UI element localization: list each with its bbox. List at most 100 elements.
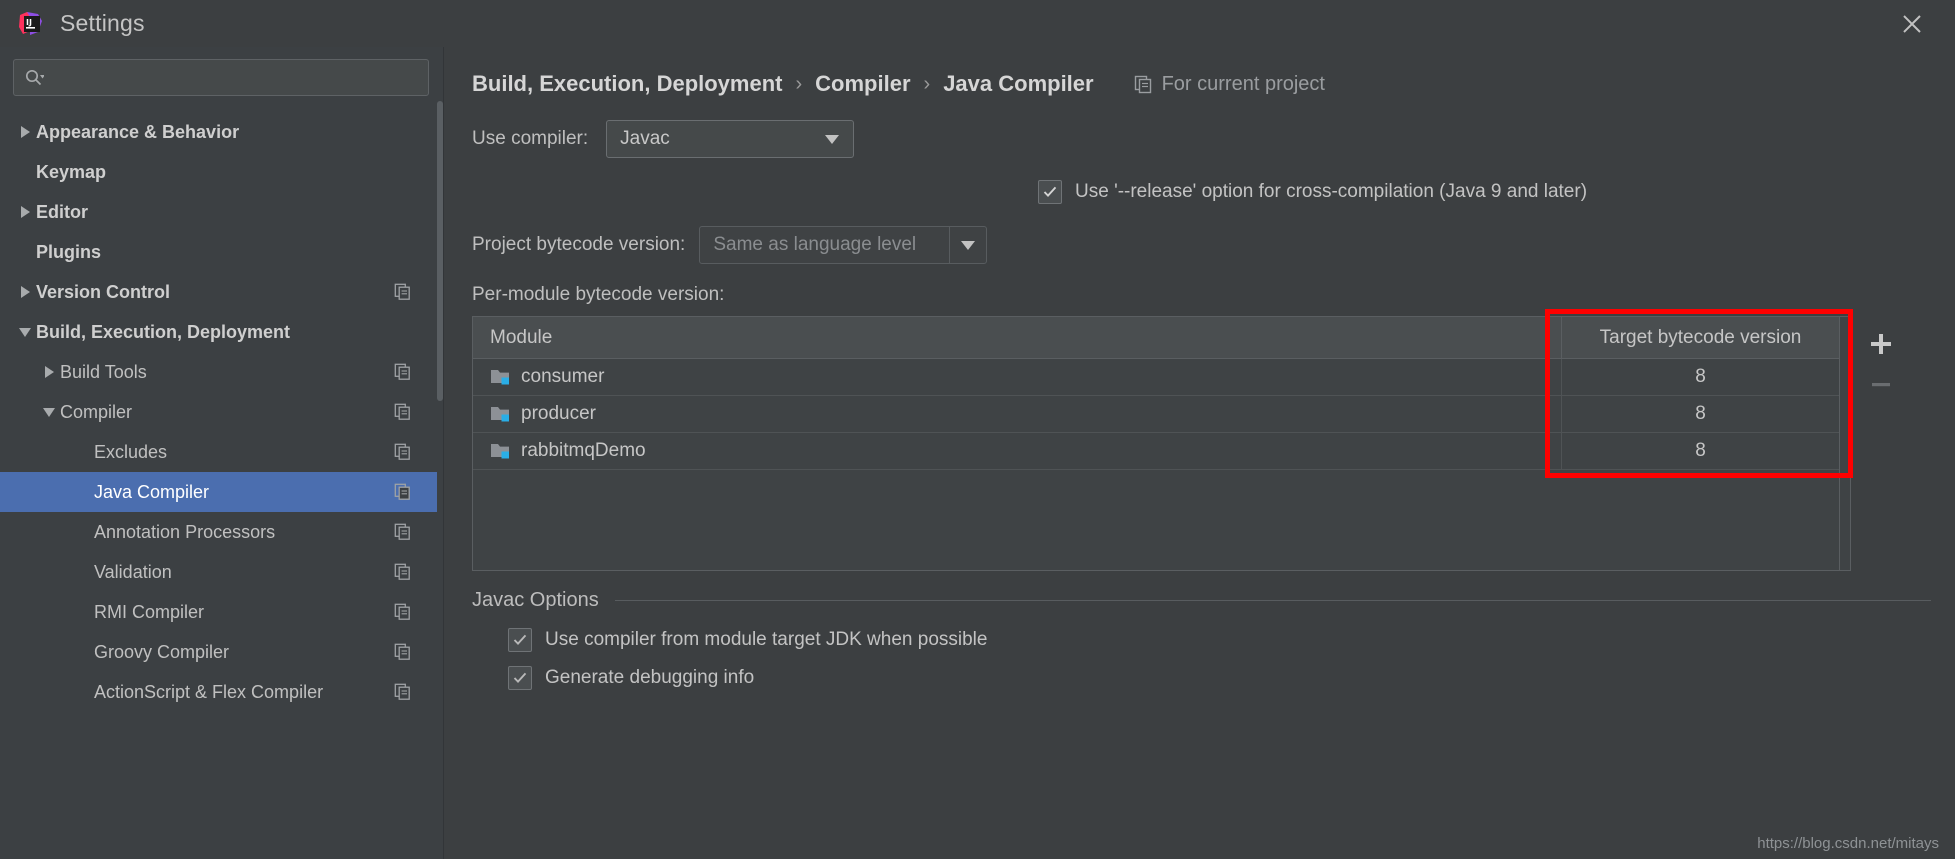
search-area xyxy=(0,47,443,106)
sidebar-item-excludes[interactable]: Excludes xyxy=(0,432,443,472)
sidebar-item-label: Excludes xyxy=(94,441,168,462)
sidebar-item-build-execution-deployment[interactable]: Build, Execution, Deployment xyxy=(0,312,443,352)
cell-target-bytecode-version[interactable]: 8 xyxy=(1561,433,1839,469)
breadcrumb-item-1[interactable]: Compiler xyxy=(815,71,910,97)
search-input[interactable] xyxy=(50,68,418,87)
chevron-right-icon[interactable] xyxy=(14,206,36,218)
search-icon xyxy=(24,68,44,88)
per-module-table: Module Target bytecode version consumer 8… xyxy=(472,316,1840,571)
cell-module[interactable]: producer xyxy=(473,396,1561,432)
release-option-label: Use '--release' option for cross-compila… xyxy=(1075,181,1588,202)
chevron-right-icon[interactable] xyxy=(14,126,36,138)
sidebar-item-label: Editor xyxy=(36,201,88,222)
sidebar-item-compiler[interactable]: Compiler xyxy=(0,392,443,432)
breadcrumb-item-2: Java Compiler xyxy=(943,71,1094,96)
dialog-body: Appearance & Behavior Keymap Editor Plugins… xyxy=(0,47,1955,859)
copy-scope-icon xyxy=(394,563,412,581)
use-module-jdk-checkbox[interactable] xyxy=(508,628,532,652)
remove-module-button[interactable] xyxy=(1861,364,1901,404)
sidebar-item-groovy-compiler[interactable]: Groovy Compiler xyxy=(0,632,443,672)
table-row[interactable]: rabbitmqDemo 8 xyxy=(473,433,1839,470)
cell-target-bytecode-version[interactable]: 8 xyxy=(1561,359,1839,395)
table-row[interactable]: producer 8 xyxy=(473,396,1839,433)
sidebar-item-validation[interactable]: Validation xyxy=(0,552,443,592)
project-bytecode-select[interactable]: Same as language level xyxy=(699,226,988,264)
release-option-checkbox[interactable] xyxy=(1038,180,1062,204)
sidebar-item-annotation-processors[interactable]: Annotation Processors xyxy=(0,512,443,552)
sidebar-item-editor[interactable]: Editor xyxy=(0,192,443,232)
table-toolbar xyxy=(1851,316,1911,571)
breadcrumb: Build, Execution, Deployment › Compiler … xyxy=(444,47,1955,102)
sidebar-item-version-control[interactable]: Version Control xyxy=(0,272,443,312)
table-empty-space xyxy=(473,470,1839,570)
copy-scope-icon xyxy=(394,443,412,461)
use-compiler-value: Javac xyxy=(620,128,670,149)
copy-scope-icon xyxy=(394,523,412,541)
cell-module[interactable]: consumer xyxy=(473,359,1561,395)
svg-text:IJ: IJ xyxy=(26,18,32,27)
project-bytecode-caret-cell[interactable] xyxy=(949,227,986,263)
sidebar-item-label: Validation xyxy=(94,561,172,582)
chevron-down-icon xyxy=(825,134,840,144)
generate-debugging-info-checkbox[interactable] xyxy=(508,666,532,690)
chevron-down-icon[interactable] xyxy=(14,327,36,337)
sidebar-item-appearance-behavior[interactable]: Appearance & Behavior xyxy=(0,112,443,152)
sidebar-item-build-tools[interactable]: Build Tools xyxy=(0,352,443,392)
sidebar-item-label: Annotation Processors xyxy=(94,521,276,542)
sidebar-item-label: Keymap xyxy=(36,161,107,182)
generate-debugging-info-label: Generate debugging info xyxy=(545,667,755,688)
scope-indicator[interactable]: For current project xyxy=(1134,73,1325,96)
use-compiler-select[interactable]: Javac xyxy=(606,120,855,158)
copy-scope-icon xyxy=(1134,75,1162,94)
javac-option-row-1[interactable]: Generate debugging info xyxy=(444,666,1955,690)
module-name: rabbitmqDemo xyxy=(521,440,646,461)
use-compiler-row: Use compiler: Javac xyxy=(444,120,1955,158)
chevron-down-icon[interactable] xyxy=(38,407,60,417)
sidebar-item-label: Java Compiler xyxy=(94,481,210,502)
per-module-label: Per-module bytecode version: xyxy=(472,284,725,305)
intellij-idea-logo-icon: IJ xyxy=(18,11,44,37)
column-header-module[interactable]: Module xyxy=(473,317,1561,358)
scope-label: For current project xyxy=(1161,72,1325,95)
chevron-right-icon[interactable] xyxy=(38,366,60,378)
sidebar-item-label: Build, Execution, Deployment xyxy=(36,321,291,342)
per-module-label-row: Per-module bytecode version: xyxy=(444,284,1955,306)
column-header-target-bytecode-version[interactable]: Target bytecode version xyxy=(1561,317,1839,358)
copy-scope-icon xyxy=(394,363,412,381)
cell-target-bytecode-version[interactable]: 8 xyxy=(1561,396,1839,432)
sidebar-item-label: Version Control xyxy=(36,281,171,302)
table-body: consumer 8 producer 8 rabbitmqDemo 8 xyxy=(473,359,1839,470)
copy-scope-icon xyxy=(394,643,412,661)
chevron-right-icon[interactable] xyxy=(14,286,36,298)
sidebar-item-label: Plugins xyxy=(36,241,102,262)
module-folder-icon xyxy=(490,368,512,386)
javac-options-title: Javac Options xyxy=(472,589,599,611)
sidebar-item-rmi-compiler[interactable]: RMI Compiler xyxy=(0,592,443,632)
close-icon[interactable] xyxy=(1883,0,1941,47)
table-scrollbar[interactable] xyxy=(1840,316,1851,571)
per-module-table-wrap: Module Target bytecode version consumer 8… xyxy=(472,309,1955,571)
release-option-row[interactable]: Use '--release' option for cross-compila… xyxy=(444,180,1955,204)
copy-scope-icon xyxy=(394,683,412,701)
sidebar-item-label: Appearance & Behavior xyxy=(36,121,240,142)
module-name: consumer xyxy=(521,366,605,387)
table-row[interactable]: consumer 8 xyxy=(473,359,1839,396)
sidebar-item-label: Compiler xyxy=(60,401,133,422)
add-module-button[interactable] xyxy=(1861,324,1901,364)
sidebar-item-keymap[interactable]: Keymap xyxy=(0,152,443,192)
section-divider xyxy=(614,600,1931,601)
sidebar-item-plugins[interactable]: Plugins xyxy=(0,232,443,272)
sidebar-item-java-compiler[interactable]: Java Compiler xyxy=(0,472,443,512)
javac-option-row-0[interactable]: Use compiler from module target JDK when… xyxy=(444,628,1955,652)
search-box[interactable] xyxy=(13,59,429,96)
javac-options-section-header: Javac Options xyxy=(444,589,1955,612)
title-bar: IJ Settings xyxy=(0,0,1955,47)
sidebar-scrollbar-thumb[interactable] xyxy=(437,101,443,401)
cell-module[interactable]: rabbitmqDemo xyxy=(473,433,1561,469)
copy-scope-icon xyxy=(394,603,412,621)
use-module-jdk-label: Use compiler from module target JDK when… xyxy=(545,629,988,650)
breadcrumb-item-0[interactable]: Build, Execution, Deployment xyxy=(472,71,782,97)
copy-scope-icon xyxy=(394,283,412,301)
sidebar-item-actionscript-flex-compiler[interactable]: ActionScript & Flex Compiler xyxy=(0,672,443,712)
sidebar-scrollbar[interactable] xyxy=(437,47,443,859)
